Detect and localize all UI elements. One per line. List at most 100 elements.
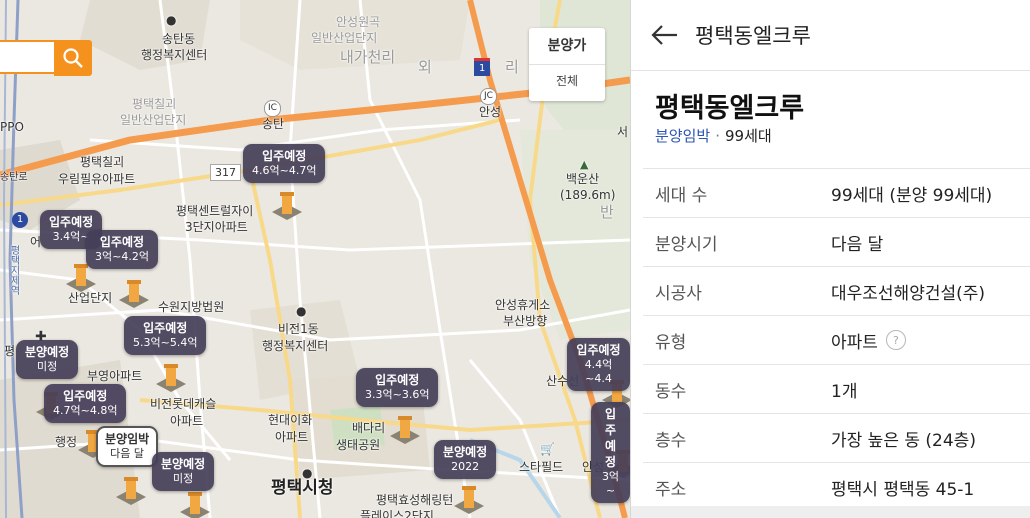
apartment-building-icon[interactable] [112,475,150,507]
detail-label: 동수 [655,381,687,402]
map-marker-selected[interactable]: 분양임박 다음 달 [96,426,159,467]
map-marker[interactable]: 입주예정 4.4억~4.4 [567,338,630,391]
marker-price: 4.7억~4.8억 [53,404,118,417]
map-marker[interactable]: 입주예정 3억~ [591,402,630,503]
map-label: 우림필유아파트 [58,172,136,186]
apartment-building-icon[interactable] [115,278,153,310]
apartment-building-icon[interactable] [386,414,424,446]
marker-price: 2022 [451,460,480,473]
map-label: 행정복지센터 [141,48,208,62]
map-label: 송탄동 [162,32,196,46]
detail-row: 세대 수 99세대 (분양 99세대) [643,168,1030,218]
map-marker[interactable]: 분양예정 미정 [152,452,215,491]
map-label: 생태공원 [336,438,381,452]
map-marker[interactable]: 입주예정 3.3억~3.6억 [356,368,439,407]
price-filter-control[interactable]: 분양가 전체 [529,28,605,101]
map-label: 행정복지센터 [262,339,329,353]
map-view[interactable]: ● 송탄동 행정복지센터 안성원곡 일반산업단지 내가천리 외 리 평택칠괴 일… [0,0,630,518]
detail-row: 동수 1개 [643,365,1030,414]
map-label: PPO [0,120,24,134]
map-label: 일반산업단지 [311,31,378,45]
shopping-cart-icon: 🛒 [540,442,555,456]
map-label: 배다리 [352,421,386,435]
marker-status: 입주예정 [99,235,145,249]
price-filter-title[interactable]: 분양가 [529,28,605,65]
map-label: 안성휴게소 [495,298,551,312]
marker-price: 미정 [172,472,194,485]
detail-panel: 평택동엘크루 평택동엘크루 분양임박 · 99세대 세대 수 99세대 (분양 99세… [630,0,1030,518]
map-label: 부산방향 [503,314,548,328]
help-icon[interactable]: ? [885,330,906,350]
detail-row: 분양시기 다음 달 [643,218,1030,267]
search-button[interactable] [54,40,92,76]
map-label-poi-dot: ● [296,304,307,318]
map-label: 비전1동 [278,322,319,336]
complex-name: 평택동엘크루 [655,93,805,124]
marker-price: 다음 달 [110,447,145,460]
map-marker[interactable]: 입주예정 5.3억~5.4억 [124,316,207,355]
map-label: 현대이화 [268,413,313,427]
household-count: 99세대 [724,127,772,145]
map-label: 안성 [479,105,502,119]
marker-status: 분양임박 [105,432,150,446]
highway-shield-icon: 1 [12,212,28,228]
apartment-building-icon[interactable] [268,190,306,222]
apartment-building-icon[interactable] [152,362,190,394]
apartment-building-icon[interactable] [176,490,214,518]
complex-subtitle: 분양임박 · 99세대 [655,125,772,146]
marker-status: 입주예정 [375,373,420,387]
map-label: 스타필드 [519,460,564,474]
detail-value: 가장 높은 동 (24층) [831,430,976,451]
map-marker[interactable]: 입주예정 4.6억~4.7억 [243,144,326,183]
map-label: (189.6m) [560,188,616,202]
detail-row: 주소 평택시 평택동 45-1 [643,463,1030,512]
marker-price: 3.3억~3.6억 [365,388,430,401]
marker-status: 입주예정 [576,343,621,357]
map-marker[interactable]: 입주예정 3억~4.2억 [86,230,158,269]
map-label: 3단지아파트 [185,220,248,234]
panel-header: 평택동엘크루 [631,0,1030,71]
price-filter-option[interactable]: 전체 [529,65,605,101]
detail-label: 유형 [655,332,687,353]
marker-price: 3억~4.2억 [95,250,149,263]
marker-status: 입주예정 [49,215,94,229]
detail-value: 99세대 (분양 99세대) [831,185,993,206]
detail-label: 주소 [655,479,687,500]
map-label: 평택효성해링턴 [376,493,454,507]
map-label: 평택시청 [271,478,334,498]
detail-value: 아파트? [831,328,906,353]
map-label: 평택칠괴 [80,155,125,169]
panel-bottom-divider [631,506,1030,518]
map-label: 평택칠괴 [132,97,177,111]
map-label: 반 [600,203,614,221]
detail-row: 시공사 대우조선해양건설(주) [643,267,1030,316]
map-label: 부영아파트 [87,369,143,383]
marker-status: 입주예정 [63,389,108,403]
mountain-icon: ▲ [580,158,589,171]
marker-status: 입주예정 [262,149,307,163]
highway-shield-icon: 1 [474,58,491,76]
detail-label: 분양시기 [655,234,718,255]
map-label: 리 [505,58,519,76]
marker-price: 4.4억~4.4 [584,358,613,385]
map-label: 송탄 [262,117,285,131]
map-marker[interactable]: 분양예정 2022 [434,440,497,479]
detail-value: 평택시 평택동 45-1 [831,479,975,500]
map-label: 평택지제역 [8,245,19,295]
detail-value: 다음 달 [831,234,884,255]
ic-badge: IC [264,100,281,117]
map-label: 수원지방법원 [158,300,225,314]
detail-label: 시공사 [655,283,702,304]
panel-header-title: 평택동엘크루 [695,24,811,48]
map-label: 내가천리 [340,48,396,66]
back-button[interactable] [647,17,683,53]
map-marker[interactable]: 입주예정 4.7억~4.8억 [44,384,127,423]
apartment-building-icon[interactable] [450,484,488,516]
map-marker[interactable]: 분양예정 미정 [16,340,79,379]
separator: · [715,127,720,145]
map-label: 아파트 [170,414,204,428]
search-icon [63,48,83,68]
arrow-left-icon [651,25,677,45]
ic-badge: JC [480,88,497,105]
map-label: 외 [418,58,432,76]
